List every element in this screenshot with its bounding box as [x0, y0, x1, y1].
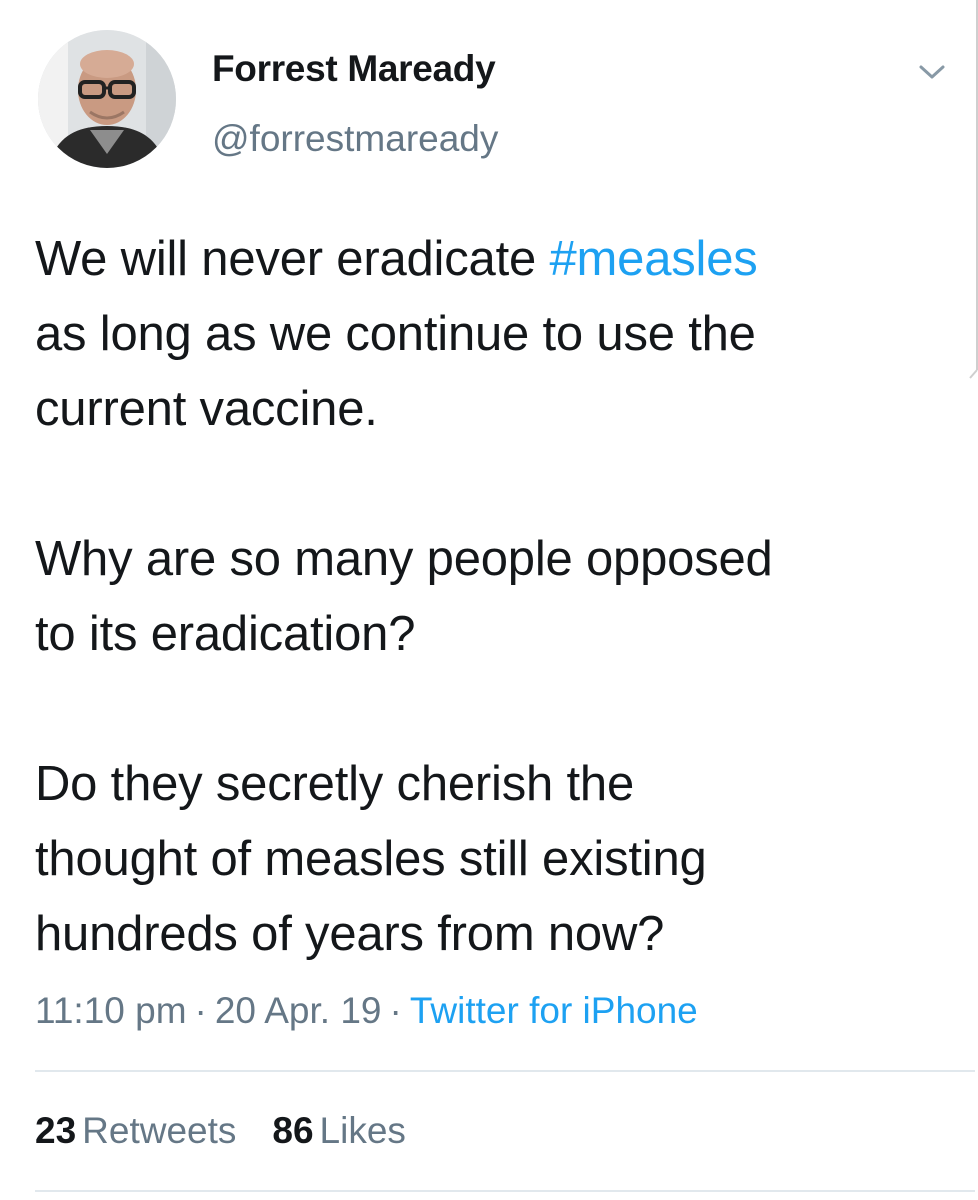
meta-separator: · — [194, 990, 207, 1031]
divider — [35, 1190, 975, 1192]
tweet-date[interactable]: 20 Apr. 19 — [215, 990, 382, 1031]
retweets-stat[interactable]: 23 Retweets — [35, 1110, 236, 1151]
likes-stat[interactable]: 86 Likes — [272, 1110, 406, 1151]
tweet-line: Why are so many people opposed — [35, 532, 773, 586]
meta-separator: · — [389, 990, 402, 1031]
tweet-stats: 23 Retweets 86 Likes — [35, 1110, 406, 1152]
scrollbar-edge-icon — [969, 0, 978, 379]
tweet-line: thought of measles still existing — [35, 832, 707, 886]
tweet-text: We will never eradicate #measles as long… — [35, 222, 965, 972]
retweets-label: Retweets — [82, 1110, 237, 1151]
tweet-line: as long as we continue to use the — [35, 307, 756, 361]
user-handle[interactable]: @forrestmaready — [212, 118, 498, 160]
divider — [35, 1070, 975, 1072]
tweet-paragraph: Why are so many people opposed to its er… — [35, 522, 965, 672]
scrollbar[interactable] — [964, 0, 978, 380]
tweet-paragraph: Do they secretly cherish the thought of … — [35, 747, 965, 972]
tweet-text-segment: We will never eradicate — [35, 232, 550, 286]
tweet-line: We will never eradicate #measles — [35, 232, 758, 286]
tweet-source-link[interactable]: Twitter for iPhone — [410, 990, 698, 1031]
avatar[interactable] — [38, 30, 176, 168]
likes-label: Likes — [319, 1110, 406, 1151]
tweet-line: to its eradication? — [35, 607, 416, 661]
tweet-paragraph: We will never eradicate #measles as long… — [35, 222, 965, 447]
tweet-meta: 11:10 pm · 20 Apr. 19 · Twitter for iPhone — [35, 990, 698, 1032]
display-name[interactable]: Forrest Maready — [212, 48, 496, 90]
tweet-line: hundreds of years from now? — [35, 907, 665, 961]
chevron-down-icon — [919, 65, 945, 79]
user-photo-icon — [38, 30, 176, 168]
retweets-count: 23 — [35, 1110, 77, 1151]
tweet-time[interactable]: 11:10 pm — [35, 990, 187, 1031]
tweet-line: Do they secretly cherish the — [35, 757, 635, 811]
tweet-card: Forrest Maready @forrestmaready We will … — [0, 0, 978, 1200]
tweet-menu-button[interactable] — [912, 56, 952, 88]
tweet-line: current vaccine. — [35, 382, 378, 436]
likes-count: 86 — [272, 1110, 314, 1151]
hashtag-link[interactable]: #measles — [549, 232, 757, 286]
